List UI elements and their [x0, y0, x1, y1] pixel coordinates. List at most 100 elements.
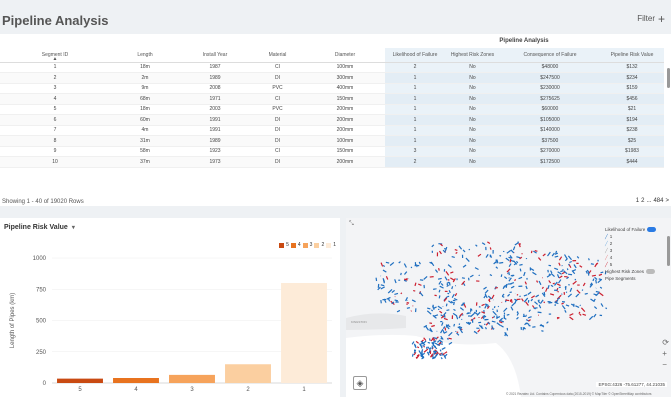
pipe-segment	[463, 303, 467, 308]
pipe-segment	[598, 273, 603, 276]
next-page-button[interactable]: >	[665, 198, 669, 204]
table-row[interactable]: 10 37m 1973 DI 200mm 2 No $172500 $444	[0, 156, 664, 168]
column-header[interactable]: Install Year	[180, 48, 250, 63]
pipe-segment	[580, 307, 586, 313]
pipe-segment	[505, 257, 510, 262]
pipe-segment	[443, 317, 448, 321]
pipe-segment	[516, 316, 519, 320]
table-scrollbar[interactable]	[666, 68, 671, 138]
pipe-segment	[435, 288, 437, 290]
risk-zones-toggle[interactable]	[646, 269, 656, 274]
column-header[interactable]: Material	[250, 48, 305, 63]
table-cell: 200mm	[305, 104, 385, 115]
table-row[interactable]: 4 68m 1971 CI 150mm 1 No $275625 $456	[0, 93, 664, 105]
x-tick-label: 1	[302, 387, 306, 393]
table-row[interactable]: 9 58m 1923 CI 150mm 3 No $270000 $1983	[0, 146, 664, 157]
pipe-segment	[487, 241, 491, 244]
bar[interactable]	[225, 364, 271, 383]
layers-icon[interactable]: ◈	[353, 376, 367, 390]
bar[interactable]	[113, 378, 159, 383]
pipe-segment	[447, 264, 452, 268]
table-row[interactable]: 3 9m 2008 PVC 400mm 1 No $230000 $159	[0, 83, 664, 94]
pipe-segment	[382, 269, 387, 273]
table-row[interactable]: 5 18m 2003 PVC 200mm 1 No $60000 $21	[0, 104, 664, 115]
filter-button[interactable]: Filter +	[637, 13, 665, 25]
pipe-segment	[452, 312, 458, 317]
column-header[interactable]: Length	[110, 48, 180, 63]
table-row[interactable]: 7 4m 1991 DI 200mm 1 No $140000 $238	[0, 125, 664, 136]
pipe-segment	[578, 311, 581, 314]
zoom-in-icon[interactable]: +	[662, 349, 669, 358]
pipe-segment	[523, 271, 526, 277]
table-row[interactable]: 6 60m 1991 DI 200mm 1 No $105000 $194	[0, 114, 664, 126]
table-cell: 58m	[110, 146, 180, 157]
bar[interactable]	[281, 283, 327, 383]
likelihood-toggle[interactable]	[647, 227, 657, 232]
column-header[interactable]: Diameter	[305, 48, 385, 63]
table-group-header: Pipeline Analysis	[499, 38, 549, 44]
reset-icon[interactable]: ⟳	[662, 338, 669, 347]
line-icon: ╱	[605, 247, 608, 253]
column-header[interactable]: Segment ID ▲	[0, 48, 110, 63]
page-link[interactable]: 1	[636, 198, 639, 204]
pipe-segment	[447, 279, 450, 281]
pipe-segment	[423, 275, 428, 280]
pipe-segment	[462, 249, 466, 253]
column-header[interactable]: Consequence of Failure	[500, 48, 600, 63]
zoom-out-icon[interactable]: −	[662, 360, 669, 369]
level-label: 5	[609, 262, 613, 267]
pipe-segment	[439, 285, 444, 289]
y-tick-label: 500	[36, 319, 47, 325]
pipe-segment	[389, 262, 395, 266]
pipe-segment	[427, 341, 431, 344]
column-header[interactable]: Highest Risk Zones	[445, 48, 500, 63]
table-scrollbar-thumb[interactable]	[667, 68, 670, 88]
y-tick-label: 250	[36, 350, 47, 356]
table-cell: 300mm	[305, 72, 385, 84]
table-cell: $105000	[500, 114, 600, 126]
pipe-segment	[430, 261, 435, 267]
pipe-segment	[524, 281, 527, 285]
table-row[interactable]: 1 18m 1987 CI 100mm 2 No $48000 $132	[0, 62, 664, 73]
pipe-segment	[514, 279, 517, 282]
pipe-segment	[595, 279, 597, 284]
pipe-segment	[550, 284, 554, 288]
pipe-segment	[600, 271, 604, 274]
table-cell: 1923	[180, 146, 250, 157]
table-cell: $25	[600, 135, 664, 147]
page-link[interactable]: ...	[646, 198, 651, 204]
bar[interactable]	[169, 374, 215, 383]
pipe-segment	[477, 329, 481, 333]
pipe-segment	[558, 279, 562, 284]
map-panel-scrollbar[interactable]	[667, 236, 670, 266]
pipe-segment	[597, 279, 602, 284]
pipe-segment	[438, 352, 442, 355]
map-card[interactable]: ⤡ KINGSTON Likelihood of Failure ╱ 1 ╱ 2 ╱ 3 ╱…	[346, 218, 671, 397]
table-row[interactable]: 8 31m 1989 DI 100mm 1 No $37500 $25	[0, 135, 664, 147]
sort-asc-icon[interactable]: ▲	[53, 56, 58, 62]
pipe-segment	[569, 260, 572, 264]
pipe-segment	[543, 301, 546, 304]
pipe-segment	[569, 313, 574, 316]
layer-toggle-row[interactable]: Likelihood of Failure	[605, 226, 667, 233]
table-cell: 3	[0, 83, 110, 94]
pipe-segment	[582, 282, 586, 287]
pipe-segment	[510, 306, 514, 311]
page-link[interactable]: 484	[653, 198, 663, 204]
risk-zones-row[interactable]: Highest Risk Zones	[605, 268, 667, 275]
bar[interactable]	[57, 378, 103, 383]
pipe-segment	[561, 271, 566, 275]
pipe-segment	[438, 289, 441, 293]
pipe-segment	[547, 285, 550, 290]
table-row[interactable]: 2 2m 1989 DI 300mm 1 No $247500 $234	[0, 72, 664, 84]
pipe-segment	[588, 270, 592, 274]
pipe-segment	[549, 293, 555, 296]
column-header[interactable]: Likelihood of Failure	[385, 48, 445, 63]
x-tick-label: 3	[190, 387, 194, 393]
pipe-segment	[557, 290, 559, 293]
table-cell: $234	[600, 72, 664, 84]
column-header[interactable]: Pipeline Risk Value	[600, 48, 664, 63]
pipe-segment	[528, 319, 531, 322]
page-link[interactable]: 2	[641, 198, 644, 204]
pipe-segment	[451, 293, 455, 299]
